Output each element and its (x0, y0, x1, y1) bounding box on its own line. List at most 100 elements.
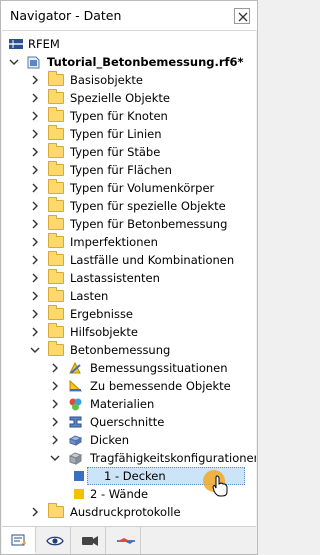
tree-item-materialien[interactable]: Materialien (2, 395, 256, 413)
tree-folder[interactable]: Typen für spezielle Objekte (2, 197, 256, 215)
folder-label: Hilfsobjekte (70, 325, 138, 339)
tree-folder[interactable]: Basisobjekte (2, 71, 256, 89)
chevron-right-icon (32, 93, 38, 103)
folder-label: Lasten (70, 289, 109, 303)
tree-folder[interactable]: Imperfektionen (2, 233, 256, 251)
folder-icon (48, 323, 64, 338)
folder-label: Spezielle Objekte (70, 91, 170, 105)
folder-label: Imperfektionen (70, 235, 158, 249)
design-situation-icon (69, 361, 81, 374)
blue-square-icon (74, 471, 84, 481)
tab-results[interactable] (107, 527, 141, 554)
folder-icon (48, 71, 64, 86)
chevron-right-icon (32, 291, 38, 301)
tree-folder[interactable]: Hilfsobjekte (2, 323, 256, 341)
navigator-tree: RFEM Tutorial_Betonbemessung.rf6* Basiso… (2, 30, 256, 526)
tree-folder[interactable]: Spezielle Objekte (2, 89, 256, 107)
folder-icon (48, 143, 64, 158)
chevron-right-icon (32, 201, 38, 211)
close-button[interactable] (234, 8, 250, 24)
tree-item-bemessungssituationen[interactable]: Bemessungssituationen (2, 359, 256, 377)
tree-folder[interactable]: Typen für Linien (2, 125, 256, 143)
chevron-right-icon (32, 165, 38, 175)
objects-to-design-icon (69, 379, 83, 392)
close-icon (238, 12, 248, 22)
chevron-right-icon (52, 363, 58, 373)
chevron-right-icon (32, 75, 38, 85)
folder-label: Typen für Linien (70, 127, 162, 141)
chevron-right-icon (32, 129, 38, 139)
config-label: 1 - Decken (104, 469, 166, 483)
chevron-right-icon (52, 381, 58, 391)
tree-item-tragfaehigkeitskonfigurationen[interactable]: Tragfähigkeitskonfigurationen (2, 449, 256, 467)
model-label: Tutorial_Betonbemessung.rf6* (47, 55, 244, 69)
chevron-right-icon (32, 507, 38, 517)
hand-cursor-icon (212, 475, 228, 497)
tree-folder[interactable]: Lasten (2, 287, 256, 305)
folder-icon (48, 89, 64, 104)
chevron-right-icon (52, 435, 58, 445)
folder-label: Lastfälle und Kombinationen (70, 253, 235, 267)
tree-folder[interactable]: Typen für Flächen (2, 161, 256, 179)
chevron-right-icon (52, 399, 58, 409)
cross-section-icon (69, 416, 82, 428)
root-label: RFEM (28, 37, 60, 51)
folder-icon (48, 161, 64, 176)
folder-icon (48, 287, 64, 302)
rfem-icon (9, 39, 23, 49)
tree-folder[interactable]: Typen für Stäbe (2, 143, 256, 161)
folder-label: Typen für Volumenkörper (70, 181, 215, 195)
folder-label: Ergebnisse (70, 307, 134, 321)
item-label: Querschnitte (90, 415, 165, 429)
tab-view[interactable] (37, 527, 71, 554)
folder-icon (48, 197, 64, 212)
tree-folder[interactable]: Ergebnisse (2, 305, 256, 323)
results-icon (117, 538, 135, 544)
folder-icon (48, 215, 64, 230)
chevron-right-icon (32, 309, 38, 319)
chevron-down-icon (9, 59, 19, 65)
folder-icon (48, 179, 64, 194)
folder-label: Typen für Stäbe (70, 145, 161, 159)
uls-configuration-icon (68, 452, 83, 465)
tree-item-dicken[interactable]: Dicken (2, 431, 256, 449)
chevron-right-icon (32, 183, 38, 193)
folder-icon (48, 269, 64, 284)
tree-folder[interactable]: Typen für Betonbemessung (2, 215, 256, 233)
tree-folder[interactable]: Lastassistenten (2, 269, 256, 287)
item-label: Tragfähigkeitskonfigurationen (90, 451, 256, 465)
tree-model[interactable]: Tutorial_Betonbemessung.rf6* (2, 53, 256, 71)
tree-root[interactable]: RFEM (2, 35, 256, 53)
tree-folder[interactable]: Ausdruckprotokolle (2, 503, 256, 521)
item-label: Zu bemessende Objekte (90, 379, 231, 393)
folder-icon (48, 251, 64, 266)
model-icon (27, 56, 40, 69)
thickness-icon (68, 435, 83, 446)
tab-camera[interactable] (72, 527, 106, 554)
chevron-down-icon (30, 347, 40, 353)
folder-open-icon (48, 341, 64, 356)
chevron-right-icon (32, 147, 38, 157)
folder-icon (48, 305, 64, 320)
folder-icon (48, 233, 64, 248)
eye-icon (46, 536, 64, 546)
tab-data[interactable] (2, 527, 36, 554)
folder-icon (48, 503, 64, 518)
tree-folder[interactable]: Typen für Volumenkörper (2, 179, 256, 197)
chevron-right-icon (32, 255, 38, 265)
tree-item-querschnitte[interactable]: Querschnitte (2, 413, 256, 431)
yellow-square-icon (74, 489, 84, 499)
folder-label: Typen für Knoten (70, 109, 168, 123)
folder-label: Typen für spezielle Objekte (70, 199, 226, 213)
tree-folder[interactable]: Lastfälle und Kombinationen (2, 251, 256, 269)
tree-folder[interactable]: Typen für Knoten (2, 107, 256, 125)
folder-label: Basisobjekte (70, 73, 143, 87)
folder-label: Typen für Betonbemessung (70, 217, 228, 231)
item-label: Materialien (90, 397, 155, 411)
tree-folder-betonbemessung[interactable]: Betonbemessung (2, 341, 256, 359)
tree-item-zu-bemessende-objekte[interactable]: Zu bemessende Objekte (2, 377, 256, 395)
config-label: 2 - Wände (90, 487, 149, 501)
item-label: Bemessungssituationen (90, 361, 228, 375)
navigator-window: Navigator - Daten RFEM Tutorial_Betonbem… (0, 0, 258, 555)
chevron-right-icon (32, 237, 38, 247)
